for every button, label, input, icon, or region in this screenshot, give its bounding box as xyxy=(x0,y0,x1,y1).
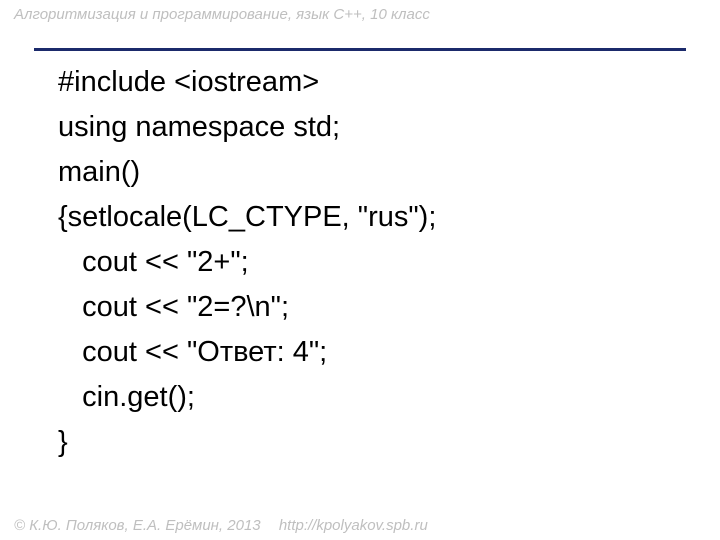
footer-url: http://kpolyakov.spb.ru xyxy=(279,517,428,534)
code-line: #include <iostream> xyxy=(58,66,319,98)
code-line: cout << "2+"; xyxy=(58,246,249,278)
code-line: cout << "Ответ: 4"; xyxy=(58,336,327,368)
slide-footer: © К.Ю. Поляков, Е.А. Ерёмин, 2013 http:/… xyxy=(14,517,428,534)
header-divider xyxy=(34,48,686,51)
header-text: Алгоритмизация и программирование, язык … xyxy=(14,6,430,23)
slide-header: Алгоритмизация и программирование, язык … xyxy=(14,6,706,23)
code-line: main() xyxy=(58,156,140,188)
code-line: using namespace std; xyxy=(58,111,340,143)
code-line: } xyxy=(58,426,68,458)
footer-copyright: © К.Ю. Поляков, Е.А. Ерёмин, 2013 xyxy=(14,517,261,534)
code-block: #include <iostream> using namespace std;… xyxy=(58,60,680,464)
code-line: {setlocale(LC_CTYPE, "rus"); xyxy=(58,201,436,233)
code-line: cout << "2=?\n"; xyxy=(58,291,289,323)
code-line: cin.get(); xyxy=(58,381,195,413)
